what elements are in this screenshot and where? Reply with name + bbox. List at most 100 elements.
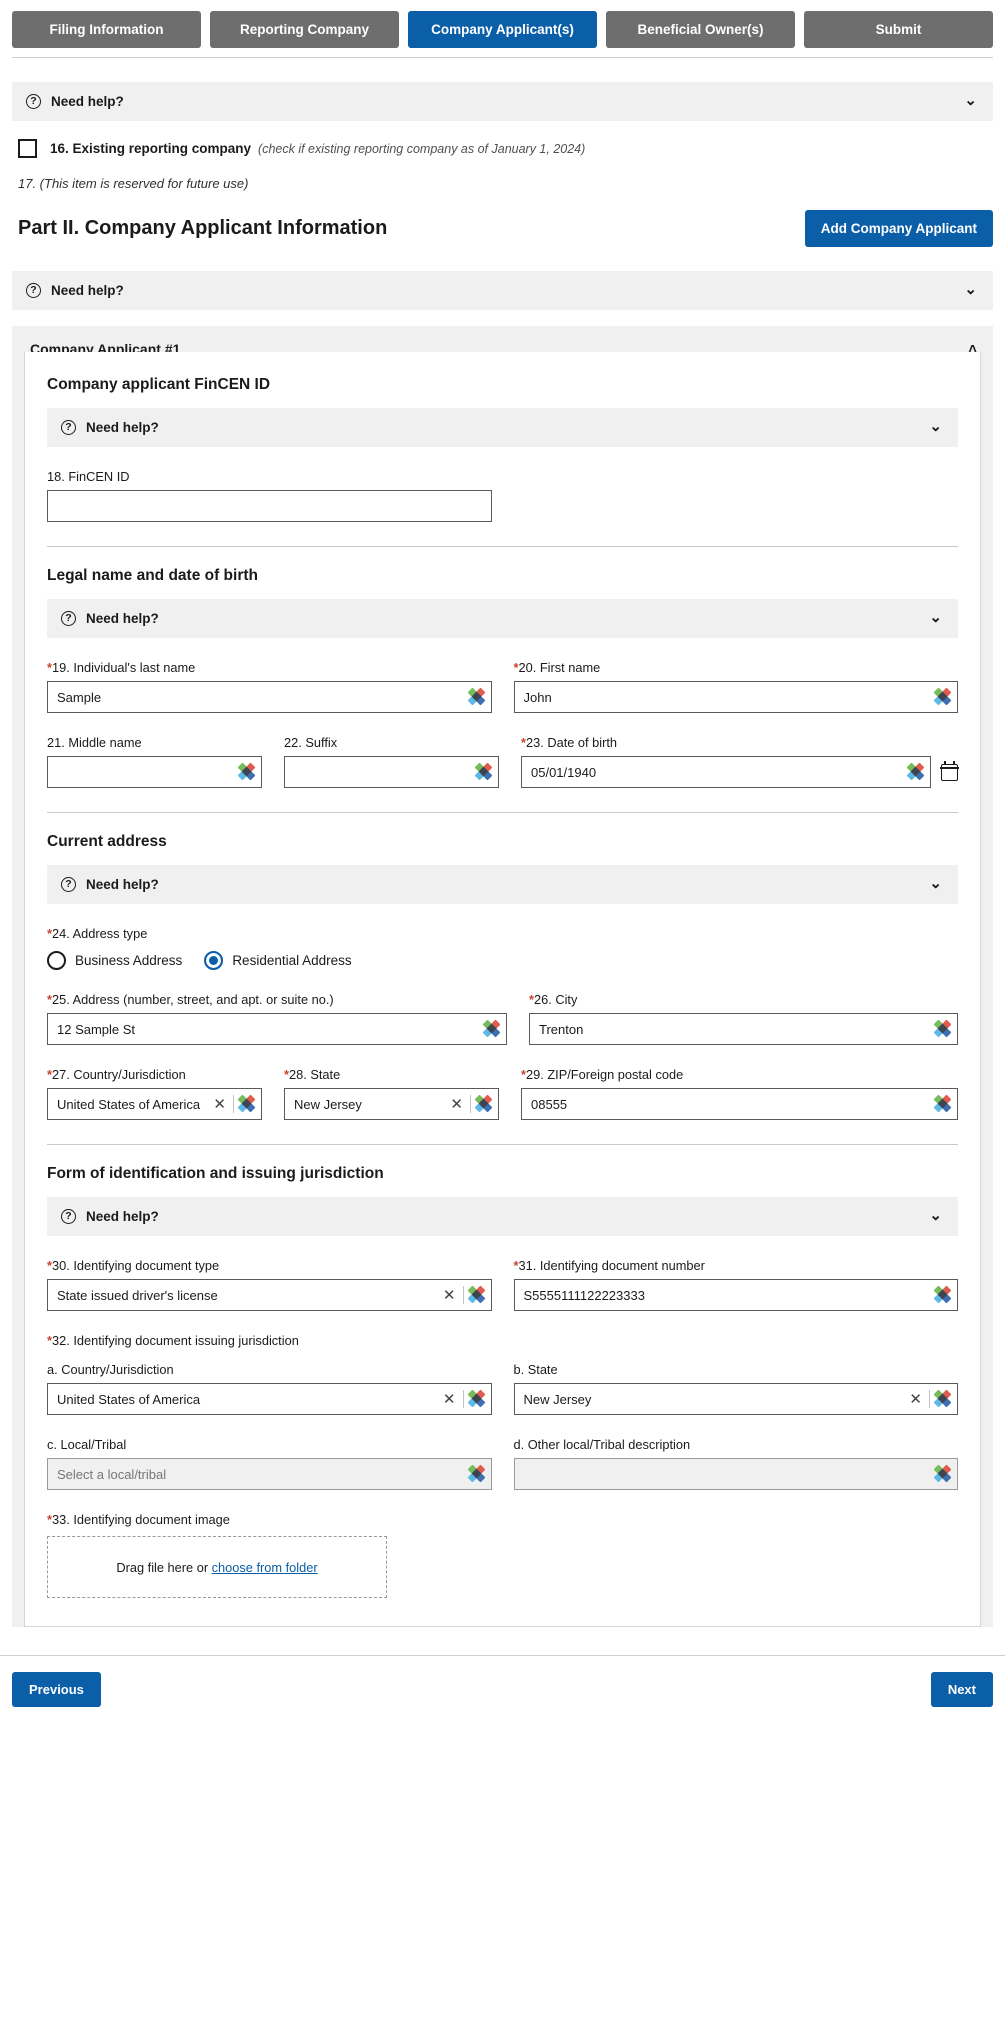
need-help-part-two[interactable]: ? Need help? ⌄ [12,271,993,310]
autofill-icon[interactable] [237,1094,256,1113]
question-mark-icon: ? [61,611,76,626]
autofill-icon[interactable] [467,1285,485,1304]
radio-dot-selected [204,951,224,970]
autofill-icon[interactable] [467,687,485,706]
issuing-state-value: New Jersey [523,1391,592,1407]
existing-reporting-company-checkbox[interactable] [18,139,37,158]
field-divider [929,1390,930,1408]
add-company-applicant-button[interactable]: Add Company Applicant [804,210,993,247]
city-value: Trenton [539,1021,584,1037]
clear-icon[interactable]: ✕ [436,1392,463,1407]
issuing-country-label: a. Country/Jurisdiction [47,1362,174,1377]
issuing-country-select[interactable]: United States of America ✕ [47,1383,492,1415]
need-help-legal-name[interactable]: ? Need help? ⌄ [47,599,958,638]
last-name-label-text: 19. Individual's last name [51,660,196,675]
step-nav-divider [12,57,993,58]
autofill-icon[interactable] [906,762,925,781]
autofill-icon[interactable] [933,687,952,706]
clear-icon[interactable]: ✕ [206,1097,233,1112]
suffix-field[interactable] [284,756,499,788]
existing-reporting-company-label: 16. Existing reporting company [50,141,252,156]
city-field[interactable]: Trenton [529,1013,958,1045]
first-name-label: *20. First name [514,660,959,675]
form-page: ? Need help? ⌄ 16. Existing reporting co… [0,82,1005,1627]
suffix-label: 22. Suffix [284,735,338,750]
middle-name-label: 21. Middle name [47,735,142,750]
field-divider [233,1095,234,1113]
need-help-top[interactable]: ? Need help? ⌄ [12,82,993,121]
calendar-icon[interactable] [940,760,959,781]
current-address-section-title: Current address [47,833,167,850]
issuing-state-select[interactable]: New Jersey ✕ [513,1383,958,1415]
middle-name-field[interactable] [47,756,262,788]
step-beneficial-owners[interactable]: Beneficial Owner(s) [606,11,795,48]
first-name-label-text: 20. First name [518,660,601,675]
dropzone-prefix: Drag file here or [116,1559,212,1575]
zip-field[interactable]: 08555 [521,1088,958,1120]
autofill-icon[interactable] [474,1094,493,1113]
doc-type-select[interactable]: State issued driver's license ✕ [47,1279,492,1311]
need-help-current-address[interactable]: ? Need help? ⌄ [47,865,958,904]
autofill-icon[interactable] [467,1464,485,1483]
question-mark-icon: ? [26,283,41,298]
step-submit[interactable]: Submit [804,11,993,48]
field-divider [470,1095,471,1113]
last-name-field[interactable]: Sample [47,681,492,713]
doc-number-field[interactable]: S5555111122223333 [513,1279,958,1311]
dob-row: 05/01/1940 [521,756,959,788]
autofill-icon[interactable] [933,1094,952,1113]
previous-button[interactable]: Previous [12,1672,101,1707]
part-two-header: Part II. Company Applicant Information A… [12,210,993,247]
clear-icon[interactable]: ✕ [436,1288,463,1303]
zip-label: *29. ZIP/Foreign postal code [521,1067,958,1082]
step-nav: Filing Information Reporting Company Com… [0,0,1005,48]
next-button[interactable]: Next [930,1672,993,1707]
zip-value: 08555 [531,1096,568,1112]
other-local-tribal-label: d. Other local/Tribal description [513,1437,691,1452]
address-field[interactable]: 12 Sample St [47,1013,507,1045]
need-help-fincen-id[interactable]: ? Need help? ⌄ [47,408,958,447]
autofill-icon[interactable] [933,1019,952,1038]
local-tribal-select[interactable]: Select a local/tribal [47,1458,492,1490]
radio-residential-address-label: Residential Address [232,953,352,968]
choose-from-folder-link[interactable]: choose from folder [212,1560,318,1575]
radio-business-address[interactable]: Business Address [47,951,182,970]
country-select[interactable]: United States of America ✕ [47,1088,262,1120]
question-mark-icon: ? [61,877,76,892]
autofill-icon[interactable] [474,762,493,781]
issuing-country-value: United States of America [57,1391,201,1407]
step-reporting-company[interactable]: Reporting Company [210,11,399,48]
step-filing-information[interactable]: Filing Information [12,11,201,48]
country-label: *27. Country/Jurisdiction [47,1067,262,1082]
existing-reporting-company-row[interactable]: 16. Existing reporting company (check if… [12,139,993,158]
doc-type-label-text: 30. Identifying document type [51,1258,220,1273]
issuing-jurisdiction-label-text: 32. Identifying document issuing jurisdi… [51,1333,299,1348]
step-company-applicants[interactable]: Company Applicant(s) [408,11,597,48]
dob-field[interactable]: 05/01/1940 [521,756,931,788]
state-select[interactable]: New Jersey ✕ [284,1088,499,1120]
autofill-icon[interactable] [237,762,256,781]
autofill-icon[interactable] [933,1285,952,1304]
chevron-down-icon: ⌄ [929,1206,942,1224]
autofill-icon[interactable] [482,1019,501,1038]
other-local-tribal-field[interactable] [513,1458,958,1490]
first-name-field[interactable]: John [513,681,958,713]
document-image-dropzone[interactable]: Drag file here or choose from folder [47,1536,387,1598]
address-value: 12 Sample St [57,1021,136,1037]
radio-residential-address[interactable]: Residential Address [204,951,352,970]
form-footer: Previous Next [0,1655,1005,1725]
address-type-label-text: 24. Address type [51,926,148,941]
need-help-label: Need help? [86,420,159,435]
clear-icon[interactable]: ✕ [902,1392,929,1407]
clear-icon[interactable]: ✕ [443,1097,470,1112]
legal-name-section-title: Legal name and date of birth [47,567,258,584]
autofill-icon[interactable] [933,1389,952,1408]
autofill-icon[interactable] [933,1464,952,1483]
fincen-id-section-title: Company applicant FinCEN ID [47,376,271,393]
need-help-identification[interactable]: ? Need help? ⌄ [47,1197,958,1236]
local-tribal-placeholder: Select a local/tribal [57,1466,167,1482]
autofill-icon[interactable] [467,1389,485,1408]
address-label-text: 25. Address (number, street, and apt. or… [51,992,334,1007]
chevron-down-icon: ⌄ [929,417,942,435]
fincen-id-field[interactable] [47,490,492,522]
